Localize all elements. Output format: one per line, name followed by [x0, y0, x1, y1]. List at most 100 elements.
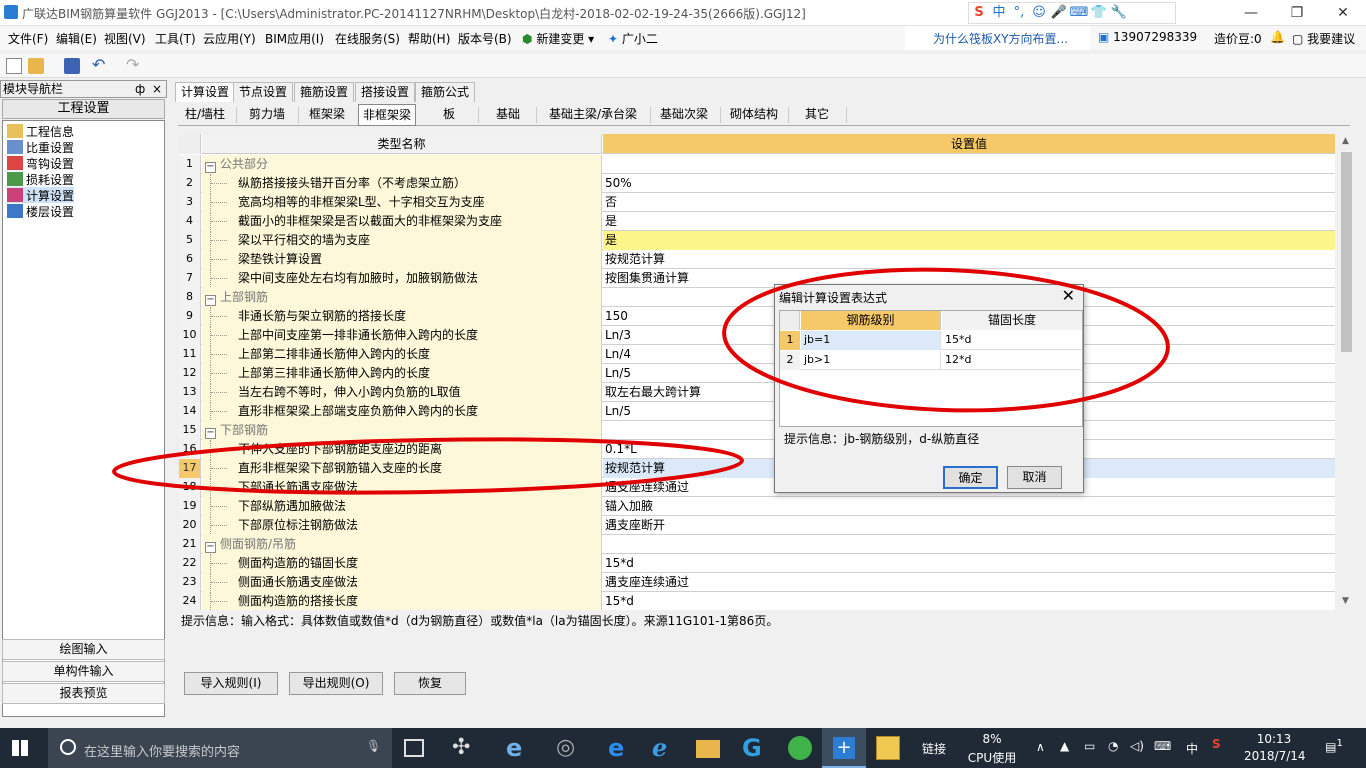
tab-stirrup-settings[interactable]: 箍筋设置: [294, 82, 355, 102]
fan-app-icon[interactable]: ✣: [452, 736, 476, 760]
dialog-row[interactable]: 2 jb>1 12*d: [780, 351, 1082, 370]
edge-icon[interactable]: e: [608, 736, 632, 760]
maximize-button[interactable]: ❐: [1274, 0, 1320, 26]
setting-value[interactable]: 否: [603, 193, 1335, 212]
ime-punct-icon[interactable]: °,: [1009, 3, 1029, 23]
scroll-up-icon[interactable]: ▲: [1342, 136, 1349, 146]
clock-date[interactable]: 2018/7/14: [1244, 749, 1306, 763]
setting-value[interactable]: 是: [603, 212, 1335, 231]
tab-node-settings[interactable]: 节点设置: [233, 82, 294, 102]
setting-value[interactable]: 遇支座断开: [603, 516, 1335, 535]
group-header[interactable]: − 上部钢筋: [202, 288, 602, 307]
volume-icon[interactable]: ◁): [1130, 739, 1144, 753]
menu-edit[interactable]: 编辑(E): [56, 30, 97, 47]
beans[interactable]: 造价豆:0: [1214, 30, 1262, 47]
grid-scrollbar[interactable]: ▲ ▼: [1338, 134, 1355, 610]
dialog-close-icon[interactable]: ✕: [1062, 286, 1075, 305]
restore-button[interactable]: 恢复: [394, 672, 466, 695]
sogou-icon[interactable]: S: [969, 3, 989, 23]
table-row[interactable]: 16 不伸入支座的下部钢筋距支座边的距离 0.1*L: [179, 440, 1335, 459]
minimize-button[interactable]: —: [1228, 0, 1274, 26]
tab-foundation[interactable]: 基础: [480, 104, 536, 126]
table-row[interactable]: 7 梁中间支座处左右均有加腋时，加腋钢筋做法 按图集贯通计算: [179, 269, 1335, 288]
table-row[interactable]: 3 宽高均相等的非框架梁L型、十字相交互为支座 否: [179, 193, 1335, 212]
emoji-icon[interactable]: ☺: [1029, 3, 1049, 23]
skin-icon[interactable]: 👕: [1089, 3, 1109, 23]
collapse-icon[interactable]: −: [205, 162, 216, 173]
table-row[interactable]: 11 上部第二排非通长筋伸入跨内的长度 Ln/4: [179, 345, 1335, 364]
scroll-thumb[interactable]: [1341, 152, 1352, 352]
cancel-button[interactable]: 取消: [1007, 466, 1062, 489]
mic-icon[interactable]: 🎙: [366, 739, 381, 753]
mic-icon[interactable]: 🎤: [1049, 3, 1069, 23]
pin-icon[interactable]: ф: [135, 81, 145, 97]
tab-lap-settings[interactable]: 搭接设置: [355, 82, 416, 102]
tab-non-frame-beam[interactable]: 非框架梁: [358, 104, 416, 126]
setting-value[interactable]: [603, 535, 1335, 554]
tab-foundation-secondary-beam[interactable]: 基础次梁: [652, 104, 716, 126]
wifi-icon[interactable]: ◔: [1108, 739, 1118, 753]
group-header[interactable]: − 侧面钢筋/吊筋: [202, 535, 602, 554]
menu-help[interactable]: 帮助(H): [408, 30, 450, 47]
setting-value[interactable]: 遇支座连续通过: [603, 573, 1335, 592]
nav-item-hook[interactable]: 弯钩设置: [7, 155, 74, 171]
menu-online[interactable]: 在线服务(S): [335, 30, 400, 47]
tray-expand-icon[interactable]: ∧: [1036, 740, 1045, 754]
battery-icon[interactable]: ▭: [1084, 739, 1095, 753]
tab-other[interactable]: 其它: [792, 104, 842, 126]
bell-icon[interactable]: 🔔: [1270, 30, 1285, 44]
keyboard-icon[interactable]: ⌨: [1154, 739, 1171, 753]
menu-bim[interactable]: BIM应用(I): [265, 30, 324, 47]
tab-masonry[interactable]: 砌体结构: [724, 104, 784, 126]
dialog-anchor-cell[interactable]: 12*d: [943, 351, 971, 369]
sogou-tray-icon[interactable]: S: [1212, 737, 1221, 751]
taskbar-search[interactable]: 在这里输入你要搜索的内容 🎙: [48, 728, 392, 768]
nav-close-icon[interactable]: ×: [152, 81, 162, 97]
input-lang[interactable]: 中: [1186, 740, 1198, 757]
nav-report-preview[interactable]: 报表预览: [2, 683, 165, 704]
table-row[interactable]: 5 梁以平行相交的墙为支座 是: [179, 231, 1335, 250]
undo-icon[interactable]: ↶: [92, 57, 108, 74]
tab-stirrup-formula[interactable]: 箍筋公式: [415, 82, 476, 102]
nav-item-density[interactable]: 比重设置: [7, 139, 74, 155]
dialog-grade-cell[interactable]: jb>1: [801, 351, 941, 370]
account[interactable]: ▣ 13907298339: [1098, 30, 1197, 44]
table-row[interactable]: 21− 侧面钢筋/吊筋: [179, 535, 1335, 554]
nav-item-loss[interactable]: 损耗设置: [7, 171, 74, 187]
collapse-icon[interactable]: −: [205, 428, 216, 439]
table-row[interactable]: 2 纵筋搭接接头错开百分率（不考虑架立筋） 50%: [179, 174, 1335, 193]
nav-single-input[interactable]: 单构件输入: [2, 661, 165, 682]
table-row[interactable]: 12 上部第三排非通长筋伸入跨内的长度 Ln/5: [179, 364, 1335, 383]
setting-value[interactable]: 锚入加腋: [603, 497, 1335, 516]
open-folder-icon[interactable]: [28, 58, 44, 74]
table-row[interactable]: 14 直形非框架梁上部端支座负筋伸入跨内的长度 Ln/5: [179, 402, 1335, 421]
menu-new-change[interactable]: ⬢ 新建变更 ▾: [522, 30, 594, 47]
clock-time[interactable]: 10:13: [1244, 732, 1304, 746]
nav-item-project-info[interactable]: 工程信息: [7, 123, 74, 139]
tray-people-icon[interactable]: ▲: [1060, 739, 1069, 753]
tab-slab[interactable]: 板: [420, 104, 478, 126]
table-row[interactable]: 10 上部中间支座第一排非通长筋伸入跨内的长度 Ln/3: [179, 326, 1335, 345]
new-file-icon[interactable]: [6, 58, 22, 74]
dialog-anchor-cell[interactable]: 15*d: [943, 331, 971, 349]
ie-alt-icon[interactable]: ℯ: [652, 736, 676, 760]
nav-section-title[interactable]: 工程设置: [2, 99, 165, 119]
table-row[interactable]: 4 截面小的非框架梁是否以截面大的非框架梁为支座 是: [179, 212, 1335, 231]
menu-guangxiaoer[interactable]: ✦ 广小二: [608, 30, 658, 47]
export-rules-button[interactable]: 导出规则(O): [289, 672, 383, 695]
windows-start-icon[interactable]: [12, 740, 28, 756]
tab-shear-wall[interactable]: 剪力墙: [240, 104, 294, 126]
green-app-icon[interactable]: [788, 736, 812, 760]
setting-value[interactable]: 15*d: [603, 592, 1335, 610]
setting-value[interactable]: 15*d: [603, 554, 1335, 573]
nav-drawing-input[interactable]: 绘图输入: [2, 639, 165, 660]
table-row[interactable]: 19 下部纵筋遇加腋做法 锚入加腋: [179, 497, 1335, 516]
setting-value[interactable]: [603, 155, 1335, 174]
table-row[interactable]: 1− 公共部分: [179, 155, 1335, 174]
table-row[interactable]: 20 下部原位标注钢筋做法 遇支座断开: [179, 516, 1335, 535]
collapse-icon[interactable]: −: [205, 295, 216, 306]
menu-tools[interactable]: 工具(T): [155, 30, 196, 47]
setting-value[interactable]: 是: [603, 231, 1335, 250]
notification-center[interactable]: ▤1: [1322, 738, 1346, 754]
browser-icon[interactable]: ◎: [556, 736, 580, 760]
